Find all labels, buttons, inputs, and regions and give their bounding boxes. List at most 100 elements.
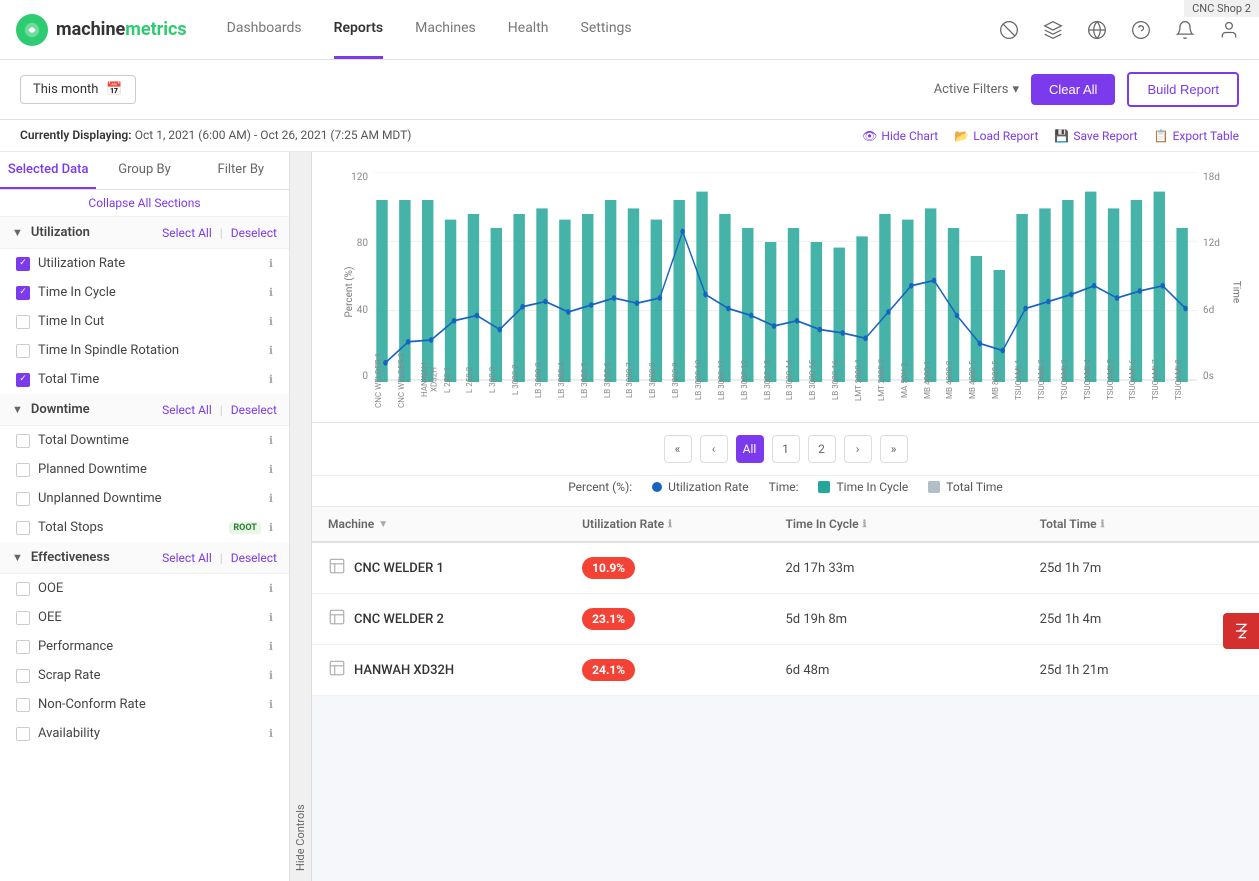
total-time-info[interactable]: ℹ (269, 373, 273, 386)
col-machine-header[interactable]: Machine ▼ (328, 517, 582, 531)
availability-info[interactable]: ℹ (269, 727, 273, 740)
util-rate-item[interactable]: Utilization Rate ℹ (0, 249, 289, 278)
tab-filter-by[interactable]: Filter By (193, 152, 289, 189)
downtime-deselect[interactable]: Deselect (231, 403, 277, 417)
availability-checkbox[interactable] (16, 727, 30, 741)
ooe-item[interactable]: OOE ℹ (0, 574, 289, 603)
collapse-all-link[interactable]: Collapse All Sections (0, 190, 289, 217)
toolbar: This month 📅 Active Filters ▾ Clear All … (0, 60, 1259, 120)
time-in-cycle-info[interactable]: ℹ (269, 286, 273, 299)
scrap-rate-label: Scrap Rate (38, 668, 261, 683)
total-col-info[interactable]: ℹ (1101, 519, 1105, 530)
zz-icon[interactable] (1223, 613, 1259, 649)
export-icon: 📋 (1154, 129, 1169, 143)
non-conform-item[interactable]: Non-Conform Rate ℹ (0, 690, 289, 719)
util-rate-checkbox[interactable] (16, 257, 30, 271)
active-filters-dropdown[interactable]: Active Filters ▾ (934, 82, 1019, 97)
scrap-rate-checkbox[interactable] (16, 669, 30, 683)
unplanned-downtime-item[interactable]: Unplanned Downtime ℹ (0, 484, 289, 513)
planned-downtime-info[interactable]: ℹ (269, 463, 273, 476)
total-time-checkbox[interactable] (16, 373, 30, 387)
time-in-spindle-checkbox[interactable] (16, 344, 30, 358)
x-label: LB 3000 3 (534, 350, 557, 410)
hide-controls-tab[interactable]: Hide Controls (290, 152, 312, 881)
total-time-item[interactable]: Total Time ℹ (0, 365, 289, 394)
time-in-spindle-item[interactable]: Time In Spindle Rotation ℹ (0, 336, 289, 365)
planned-downtime-item[interactable]: Planned Downtime ℹ (0, 455, 289, 484)
page-next-btn[interactable]: › (844, 435, 872, 463)
planned-downtime-checkbox[interactable] (16, 463, 30, 477)
nav-machines[interactable]: Machines (415, 0, 476, 59)
non-conform-info[interactable]: ℹ (269, 698, 273, 711)
performance-item[interactable]: Performance ℹ (0, 632, 289, 661)
ooe-info[interactable]: ℹ (269, 582, 273, 595)
tab-group-by[interactable]: Group By (96, 152, 192, 189)
scrap-rate-info[interactable]: ℹ (269, 669, 273, 682)
oee-info[interactable]: ℹ (269, 611, 273, 624)
total-stops-item[interactable]: Total Stops ROOT ℹ (0, 513, 289, 542)
util-rate-info[interactable]: ℹ (269, 257, 273, 270)
nav-settings[interactable]: Settings (581, 0, 632, 59)
utilization-deselect[interactable]: Deselect (231, 226, 277, 240)
clear-all-button[interactable]: Clear All (1031, 74, 1115, 105)
total-downtime-checkbox[interactable] (16, 434, 30, 448)
x-label: LMT 2000 2 (877, 350, 900, 410)
total-stops-checkbox[interactable] (16, 521, 30, 535)
time-in-spindle-info[interactable]: ℹ (269, 344, 273, 357)
build-report-button[interactable]: Build Report (1127, 72, 1239, 107)
time-in-cycle-item[interactable]: Time In Cycle ℹ (0, 278, 289, 307)
total-time-label: Total Time (38, 372, 261, 387)
user-icon[interactable] (1215, 16, 1243, 44)
cycle-col-info[interactable]: ℹ (863, 519, 867, 530)
page-1-btn[interactable]: 1 (772, 435, 800, 463)
total-stops-info[interactable]: ℹ (269, 521, 273, 534)
help-icon[interactable] (1127, 16, 1155, 44)
time-in-cut-item[interactable]: Time In Cut ℹ (0, 307, 289, 336)
util-col-info[interactable]: ℹ (668, 519, 672, 530)
availability-item[interactable]: Availability ℹ (0, 719, 289, 748)
page-prev-btn[interactable]: ‹ (700, 435, 728, 463)
tab-selected-data[interactable]: Selected Data (0, 152, 96, 189)
date-selector[interactable]: This month 📅 (20, 75, 136, 104)
time-in-cycle-checkbox[interactable] (16, 286, 30, 300)
effectiveness-select-all[interactable]: Select All (162, 551, 212, 565)
page-all-btn[interactable]: All (736, 435, 764, 463)
machine-sort-icon[interactable]: ▼ (378, 519, 388, 530)
performance-checkbox[interactable] (16, 640, 30, 654)
total-downtime-info[interactable]: ℹ (269, 434, 273, 447)
feedback-icon[interactable] (995, 16, 1023, 44)
unplanned-downtime-checkbox[interactable] (16, 492, 30, 506)
unplanned-downtime-info[interactable]: ℹ (269, 492, 273, 505)
non-conform-checkbox[interactable] (16, 698, 30, 712)
nav-dashboards[interactable]: Dashboards (227, 0, 302, 59)
hide-chart-link[interactable]: 👁 Hide Chart (862, 129, 938, 143)
utilization-select-all[interactable]: Select All (162, 226, 212, 240)
nav-reports[interactable]: Reports (334, 0, 384, 59)
oee-checkbox[interactable] (16, 611, 30, 625)
oee-item[interactable]: OEE ℹ (0, 603, 289, 632)
save-report-link[interactable]: 💾 Save Report (1054, 129, 1137, 143)
scrap-rate-item[interactable]: Scrap Rate ℹ (0, 661, 289, 690)
downtime-toggle[interactable]: ▼ (12, 403, 23, 416)
downtime-select-all[interactable]: Select All (162, 403, 212, 417)
page-2-btn[interactable]: 2 (808, 435, 836, 463)
date-actions: 👁 Hide Chart 📂 Load Report 💾 Save Report… (862, 129, 1239, 143)
globe-icon[interactable] (1083, 16, 1111, 44)
effectiveness-deselect[interactable]: Deselect (231, 551, 277, 565)
export-table-link[interactable]: 📋 Export Table (1154, 129, 1239, 143)
ooe-checkbox[interactable] (16, 582, 30, 596)
time-in-cut-info[interactable]: ℹ (269, 315, 273, 328)
load-report-link[interactable]: 📂 Load Report (954, 129, 1038, 143)
machine-cell: HANWAH XD32H (328, 659, 582, 681)
utilization-toggle[interactable]: ▼ (12, 226, 23, 239)
bell-icon[interactable] (1171, 16, 1199, 44)
time-in-cut-checkbox[interactable] (16, 315, 30, 329)
legend-total-bar (928, 481, 940, 493)
effectiveness-toggle[interactable]: ▼ (12, 551, 23, 564)
page-first-btn[interactable]: « (664, 435, 692, 463)
integration-icon[interactable] (1039, 16, 1067, 44)
total-downtime-item[interactable]: Total Downtime ℹ (0, 426, 289, 455)
nav-health[interactable]: Health (508, 0, 549, 59)
page-last-btn[interactable]: » (880, 435, 908, 463)
performance-info[interactable]: ℹ (269, 640, 273, 653)
